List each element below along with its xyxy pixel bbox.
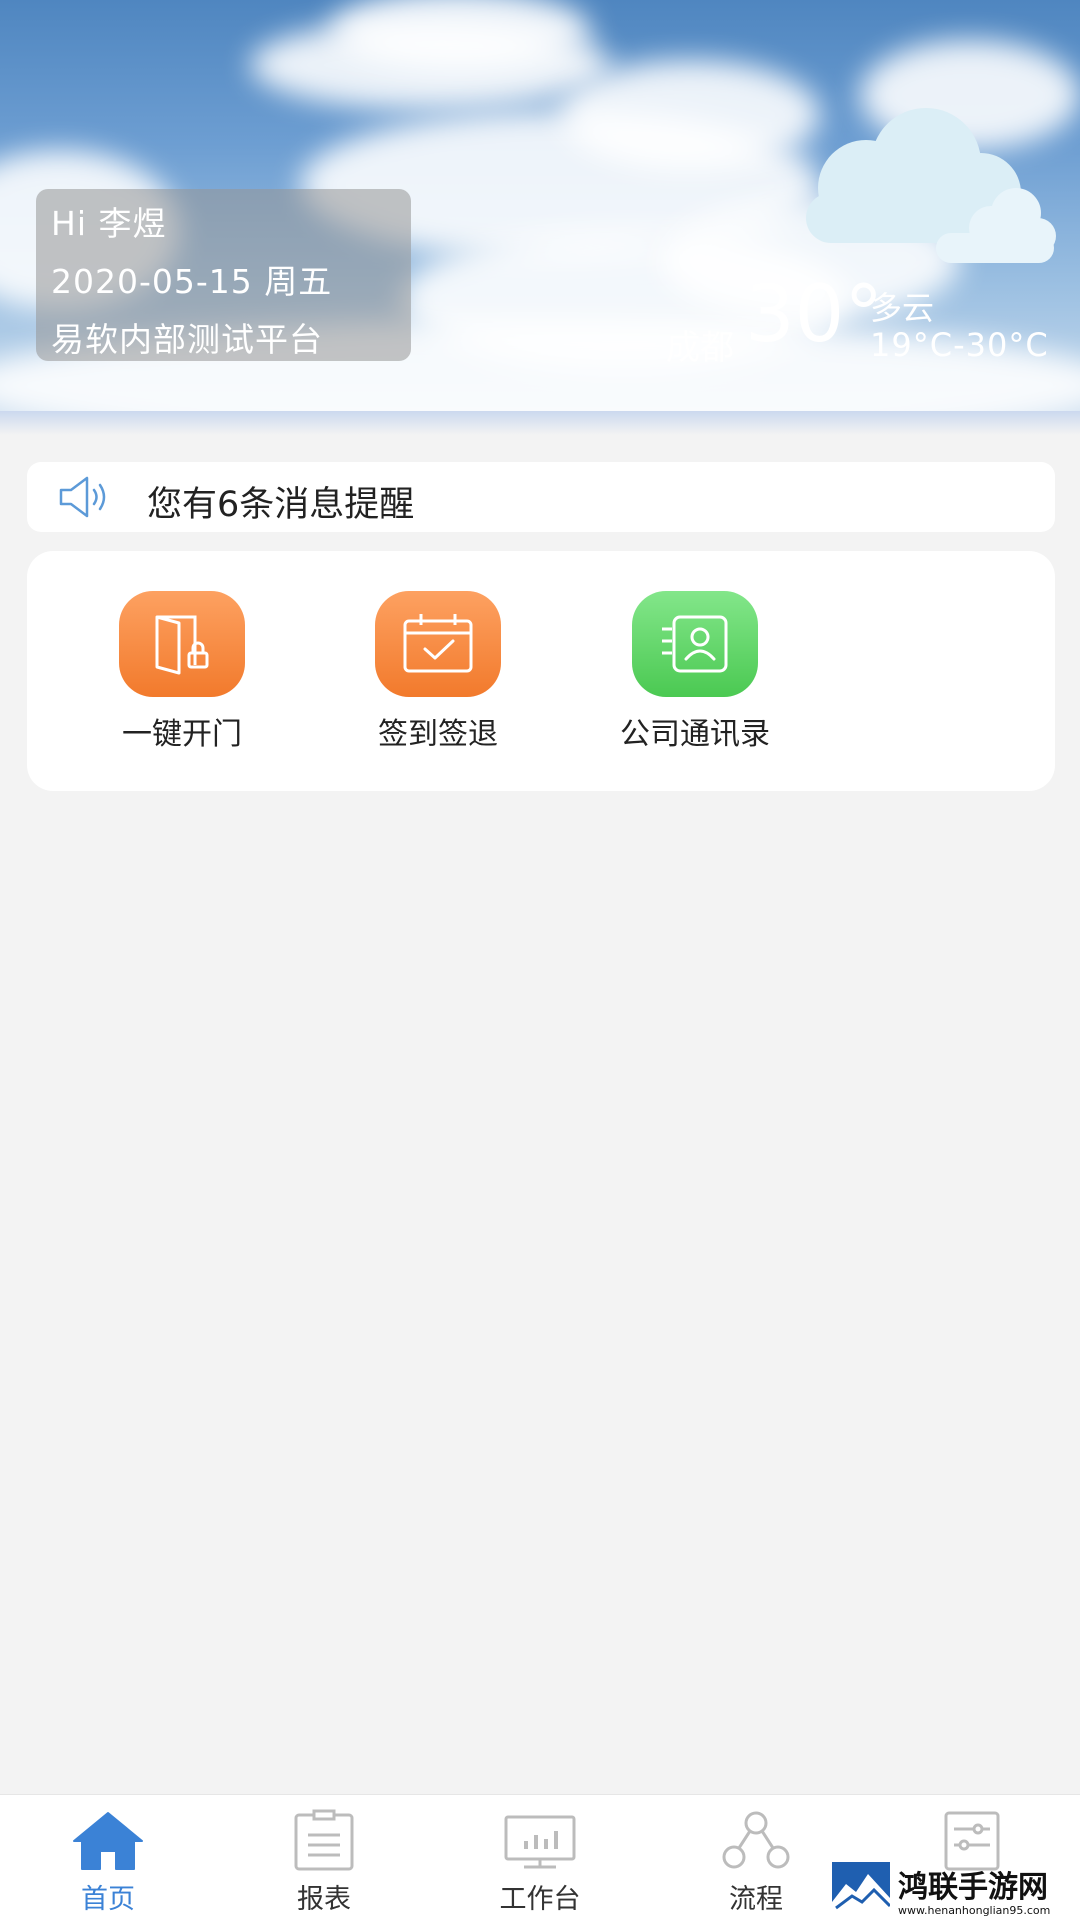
- tab-home[interactable]: 首页: [28, 1809, 188, 1916]
- app-open-door[interactable]: 一键开门: [67, 591, 297, 753]
- message-notice-bar[interactable]: 您有6条消息提醒: [27, 462, 1055, 532]
- watermark: 鸿联手游网 www.henanhonglian95.com: [832, 1862, 1080, 1920]
- tab-label: 首页: [81, 1884, 135, 1915]
- tab-label: 报表: [297, 1884, 351, 1915]
- weather-range: 19°C-30°C: [870, 326, 1049, 364]
- app-company-contacts[interactable]: 公司通讯录: [580, 591, 810, 753]
- speaker-icon: [59, 476, 106, 518]
- flow-icon: [722, 1811, 790, 1869]
- platform-name: 易软内部测试平台: [51, 320, 323, 359]
- weather-city: 成都: [666, 328, 734, 368]
- greeting-text: Hi 李煜: [51, 204, 167, 243]
- door-lock-icon: [119, 591, 245, 697]
- weather-condition: 多云: [870, 289, 935, 327]
- quick-apps-panel: 一键开门 签到签退 公司通讯录: [27, 551, 1055, 791]
- calendar-check-icon: [375, 591, 501, 697]
- date-text: 2020-05-15 周五: [51, 262, 333, 301]
- header-shadow: [0, 411, 1080, 435]
- tab-workbench[interactable]: 工作台: [460, 1809, 620, 1916]
- app-label: 一键开门: [122, 717, 242, 752]
- workbench-icon: [504, 1815, 576, 1869]
- tab-label: 流程: [729, 1884, 783, 1915]
- app-label: 公司通讯录: [620, 717, 770, 752]
- tab-report[interactable]: 报表: [244, 1809, 404, 1916]
- weather-temperature: 30°: [745, 270, 884, 360]
- header-banner: Hi 李煜 2020-05-15 周五 易软内部测试平台 成都 30° 多云 1…: [0, 0, 1080, 411]
- home-icon: [73, 1812, 143, 1870]
- watermark-logo-icon: [832, 1862, 890, 1916]
- notice-text: 您有6条消息提醒: [147, 485, 415, 525]
- contact-book-icon: [632, 591, 758, 697]
- tab-label: 工作台: [499, 1884, 581, 1915]
- watermark-url: www.henanhonglian95.com: [898, 1904, 1051, 1917]
- tab-flow[interactable]: 流程: [676, 1809, 836, 1916]
- report-icon: [294, 1809, 354, 1871]
- cloudy-icon: [806, 108, 1056, 263]
- greeting-card: Hi 李煜 2020-05-15 周五 易软内部测试平台: [36, 189, 411, 361]
- app-check-in-out[interactable]: 签到签退: [323, 591, 553, 753]
- app-label: 签到签退: [378, 717, 498, 752]
- watermark-name: 鸿联手游网: [898, 1870, 1048, 1905]
